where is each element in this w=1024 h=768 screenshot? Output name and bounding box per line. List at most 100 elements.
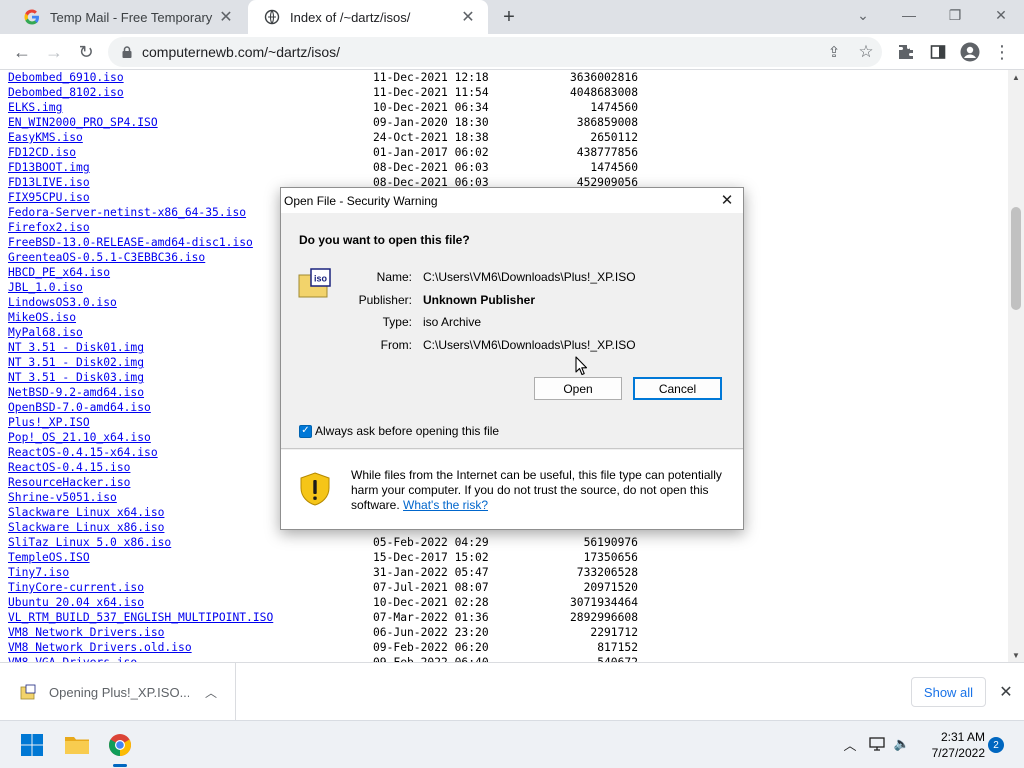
file-link[interactable]: OpenBSD-7.0-amd64.iso: [8, 400, 151, 415]
file-link[interactable]: JBL_1.0.iso: [8, 280, 83, 295]
dialog-close-icon[interactable]: ✕: [715, 189, 739, 211]
file-link[interactable]: Fedora-Server-netinst-x86_64-35.iso: [8, 205, 246, 220]
tab-search-icon[interactable]: ⌄: [840, 0, 886, 30]
file-link[interactable]: FD13LIVE.iso: [8, 175, 90, 190]
file-link[interactable]: ResourceHacker.iso: [8, 475, 130, 490]
file-link[interactable]: MikeOS.iso: [8, 310, 76, 325]
file-link[interactable]: NT 3.51 - Disk03.img: [8, 370, 144, 385]
file-link[interactable]: NT 3.51 - Disk01.img: [8, 340, 144, 355]
file-link[interactable]: Firefox2.iso: [8, 220, 90, 235]
reload-icon[interactable]: ↻: [72, 38, 100, 66]
open-button[interactable]: Open: [534, 377, 622, 400]
menu-kebab-icon[interactable]: ⋮: [988, 38, 1016, 66]
file-link[interactable]: HBCD_PE_x64.iso: [8, 265, 110, 280]
file-link[interactable]: FreeBSD-13.0-RELEASE-amd64-disc1.iso: [8, 235, 253, 250]
show-all-button[interactable]: Show all: [911, 677, 986, 707]
file-link[interactable]: Debombed_6910.iso: [8, 70, 124, 85]
file-link[interactable]: LindowsOS3.0.iso: [8, 295, 117, 310]
file-link[interactable]: EN_WIN2000_PRO_SP4.ISO: [8, 115, 158, 130]
clock-date: 7/27/2022: [931, 746, 985, 760]
tab-close-icon[interactable]: ✕: [216, 7, 236, 27]
file-link[interactable]: FD13BOOT.img: [8, 160, 90, 175]
side-panel-icon[interactable]: [924, 38, 952, 66]
file-link[interactable]: MyPal68.iso: [8, 325, 83, 340]
dialog-title: Open File - Security Warning: [284, 193, 438, 208]
restore-icon[interactable]: ❐: [932, 0, 978, 30]
file-link[interactable]: NetBSD-9.2-amd64.iso: [8, 385, 144, 400]
file-link[interactable]: Ubuntu 20.04 x64.iso: [8, 595, 144, 610]
window-close-icon[interactable]: ✕: [978, 0, 1024, 30]
volume-icon[interactable]: 🔈: [891, 733, 913, 755]
page-scrollbar[interactable]: ▲ ▼: [1008, 70, 1024, 662]
bookmark-star-icon[interactable]: ☆: [852, 38, 880, 66]
download-item-label: Opening Plus!_XP.ISO...: [49, 684, 189, 700]
file-link[interactable]: ReactOS-0.4.15-x64.iso: [8, 445, 158, 460]
file-link[interactable]: Shrine-v5051.iso: [8, 490, 117, 505]
file-link[interactable]: VM8 Network Drivers.old.iso: [8, 640, 192, 655]
system-clock[interactable]: 2:31 AM 7/27/2022: [915, 729, 985, 761]
download-bar-close-icon[interactable]: ✕: [996, 682, 1016, 702]
file-link[interactable]: Slackware Linux x64.iso: [8, 505, 164, 520]
file-link[interactable]: ReactOS-0.4.15.iso: [8, 460, 130, 475]
scroll-up-icon[interactable]: ▲: [1008, 70, 1024, 84]
file-link[interactable]: Slackware Linux x86.iso: [8, 520, 164, 535]
download-item[interactable]: Opening Plus!_XP.ISO... ︿: [0, 663, 236, 721]
notification-badge[interactable]: 2: [988, 737, 1004, 753]
file-link[interactable]: TempleOS.ISO: [8, 550, 90, 565]
file-size: 3636002816: [569, 71, 638, 84]
scrollbar-thumb[interactable]: [1011, 207, 1021, 310]
new-tab-icon[interactable]: +: [496, 5, 522, 29]
tab-temp-mail[interactable]: Temp Mail - Free Temporary Email ✕: [8, 0, 246, 34]
file-link[interactable]: EasyKMS.iso: [8, 130, 83, 145]
file-date: 11-Dec-2021 12:18: [373, 71, 489, 84]
cancel-button[interactable]: Cancel: [633, 377, 722, 400]
chrome-icon[interactable]: [102, 727, 138, 763]
chevron-up-icon[interactable]: ︿: [839, 733, 861, 755]
back-icon[interactable]: ←: [8, 38, 36, 66]
from-label: From:: [380, 338, 412, 352]
file-size: 1474560: [590, 101, 638, 114]
file-link[interactable]: Debombed_8102.iso: [8, 85, 124, 100]
chevron-up-icon[interactable]: ︿: [201, 682, 221, 702]
network-icon[interactable]: [866, 733, 888, 755]
dialog-titlebar: Open File - Security Warning ✕: [281, 188, 743, 213]
scroll-down-icon[interactable]: ▼: [1008, 648, 1024, 662]
file-size: 2892996608: [569, 611, 638, 624]
extensions-icon[interactable]: [892, 38, 920, 66]
whats-the-risk-link[interactable]: What's the risk?: [403, 498, 488, 512]
file-link[interactable]: VM8 Network Drivers.iso: [8, 625, 164, 640]
address-bar[interactable]: computernewb.com/~dartz/isos/: [108, 37, 882, 67]
file-link[interactable]: ELKS.img: [8, 100, 62, 115]
file-link[interactable]: SliTaz Linux 5.0 x86.iso: [8, 535, 171, 550]
windows-start-icon[interactable]: [14, 727, 50, 763]
type-value: iso Archive: [423, 315, 482, 329]
file-link[interactable]: NT 3.51 - Disk02.img: [8, 355, 144, 370]
tab-index-isos[interactable]: Index of /~dartz/isos/ ✕: [248, 0, 488, 34]
file-date: 01-Jan-2017 06:02: [373, 146, 489, 159]
file-link[interactable]: FD12CD.iso: [8, 145, 76, 160]
checkbox-checked-icon[interactable]: ✓: [299, 424, 312, 438]
file-link[interactable]: Pop!_OS_21.10_x64.iso: [8, 430, 151, 445]
tab-close-icon[interactable]: ✕: [458, 7, 478, 27]
forward-icon[interactable]: →: [40, 38, 68, 66]
minimize-icon[interactable]: —: [886, 0, 932, 30]
always-ask-checkbox-row[interactable]: ✓ Always ask before opening this file: [299, 424, 499, 438]
file-size: 3071934464: [569, 596, 638, 609]
download-bar: Opening Plus!_XP.ISO... ︿ Show all ✕: [0, 662, 1024, 721]
share-icon[interactable]: ⇪: [820, 38, 848, 66]
google-icon: [24, 9, 40, 25]
file-link[interactable]: FIX95CPU.iso: [8, 190, 90, 205]
file-link[interactable]: GreenteaOS-0.5.1-C3EBBC36.iso: [8, 250, 205, 265]
file-link[interactable]: VM8 VGA Drivers.iso: [8, 655, 137, 662]
name-value: C:\Users\VM6\Downloads\Plus!_XP.ISO: [423, 270, 636, 284]
file-explorer-icon[interactable]: [59, 727, 95, 763]
file-link[interactable]: VL_RTM_BUILD_537_ENGLISH_MULTIPOINT.ISO: [8, 610, 273, 625]
file-size: 733206528: [576, 566, 638, 579]
warning-panel: While files from the Internet can be use…: [281, 450, 743, 529]
profile-avatar-icon[interactable]: [956, 38, 984, 66]
publisher-value: Unknown Publisher: [423, 293, 536, 307]
file-link[interactable]: TinyCore-current.iso: [8, 580, 144, 595]
file-link[interactable]: Tiny7.iso: [8, 565, 69, 580]
tab-title: Index of /~dartz/isos/: [290, 9, 411, 25]
file-link[interactable]: Plus!_XP.ISO: [8, 415, 90, 430]
